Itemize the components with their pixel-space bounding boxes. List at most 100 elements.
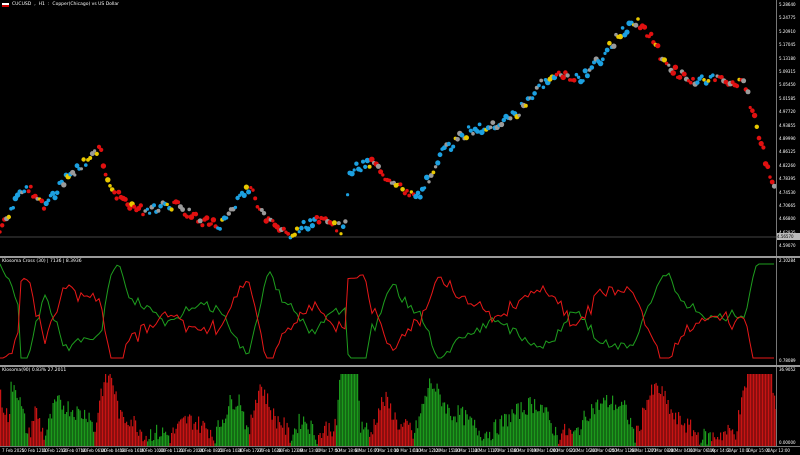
price-scale[interactable]: 5.28640 5.24775 5.20910 5.17045 5.13180 5.093… bbox=[776, 0, 800, 256]
price-dot bbox=[565, 73, 570, 78]
price-dot bbox=[407, 193, 412, 198]
histogram-bar bbox=[154, 432, 156, 446]
histogram-bar bbox=[384, 406, 386, 446]
histogram-bar bbox=[519, 419, 521, 446]
histogram-bar bbox=[520, 402, 522, 446]
histogram-bar bbox=[571, 433, 573, 446]
histogram-bar bbox=[63, 405, 65, 446]
histogram-bar bbox=[471, 417, 473, 446]
price-dot bbox=[331, 220, 337, 226]
histogram-bar bbox=[109, 374, 111, 446]
price-dot bbox=[41, 206, 47, 211]
histogram-bar bbox=[327, 435, 329, 446]
histogram-bar bbox=[555, 426, 557, 446]
histogram-bar bbox=[16, 397, 18, 446]
price-dot bbox=[54, 190, 60, 196]
histogram-bar bbox=[597, 399, 599, 446]
price-dot bbox=[405, 188, 409, 193]
price-dot bbox=[84, 163, 88, 167]
oscillator-scale[interactable]: 2.10284 0.78089 bbox=[776, 258, 800, 365]
histogram-bar bbox=[318, 435, 320, 446]
price-dot bbox=[581, 79, 585, 83]
histogram-bar bbox=[423, 403, 425, 446]
price-dot bbox=[246, 189, 252, 195]
histogram-bar bbox=[750, 374, 752, 446]
histogram-bar bbox=[612, 395, 614, 446]
histogram-bar bbox=[183, 417, 185, 446]
histogram-bar bbox=[417, 428, 419, 446]
price-dot bbox=[358, 168, 363, 173]
histogram-bar bbox=[276, 428, 278, 446]
histogram-bar bbox=[640, 429, 642, 446]
price-dot bbox=[176, 200, 181, 205]
histogram-bar bbox=[334, 418, 336, 446]
histogram-bar bbox=[91, 421, 93, 446]
histogram-bar bbox=[157, 439, 159, 446]
histogram-bar bbox=[49, 413, 51, 446]
histogram-bar bbox=[442, 402, 444, 446]
histogram-bar bbox=[579, 435, 581, 446]
price-dot bbox=[446, 141, 451, 146]
histogram-bar bbox=[493, 422, 495, 446]
histogram-bar bbox=[58, 395, 60, 446]
current-price-badge: 4.56570 bbox=[777, 233, 800, 240]
histogram-bar bbox=[588, 421, 590, 446]
histogram-bar bbox=[94, 431, 96, 446]
histogram-bar bbox=[513, 413, 515, 446]
histogram-bar bbox=[664, 390, 666, 446]
histogram-bar bbox=[547, 411, 549, 446]
histogram-bar bbox=[138, 435, 140, 446]
histogram-bar bbox=[235, 406, 237, 446]
price-dot bbox=[424, 174, 430, 181]
histogram-bar bbox=[268, 406, 270, 446]
price-scale-tick: 4.82260 bbox=[779, 162, 796, 168]
histogram-bar bbox=[429, 378, 431, 446]
histogram-bar bbox=[685, 432, 687, 446]
price-dot bbox=[261, 211, 267, 216]
histogram-bar bbox=[499, 419, 501, 446]
price-dot bbox=[655, 43, 661, 49]
histogram-bar bbox=[393, 419, 395, 446]
histogram-bar bbox=[127, 425, 129, 446]
price-dot bbox=[294, 226, 300, 231]
histogram-bar bbox=[708, 433, 710, 446]
histogram-bar bbox=[34, 406, 36, 446]
histogram-bar bbox=[580, 429, 582, 446]
histogram-bar bbox=[469, 416, 471, 446]
histogram-bar bbox=[523, 410, 525, 446]
price-scale-tick: 5.24775 bbox=[779, 15, 796, 21]
histogram-bar bbox=[277, 416, 279, 446]
histogram-bar bbox=[358, 400, 360, 446]
histogram-bar bbox=[505, 414, 507, 446]
main-price-pane[interactable]: CUCUSD , H1 : Copper(Chicago) vs US Doll… bbox=[0, 0, 776, 256]
histogram-scale[interactable]: 36.9052 0.00000 bbox=[776, 367, 800, 446]
oscillator-chart[interactable] bbox=[0, 258, 776, 365]
histogram-bar bbox=[321, 438, 323, 446]
histogram-bar bbox=[435, 391, 437, 446]
histogram-bar bbox=[103, 382, 105, 446]
price-scale-tick: 4.66800 bbox=[779, 216, 796, 222]
histogram-bar bbox=[184, 415, 186, 446]
histogram-bar bbox=[460, 408, 462, 446]
price-chart[interactable] bbox=[0, 0, 776, 256]
histogram-bar bbox=[408, 424, 410, 446]
price-dot bbox=[187, 207, 191, 212]
histogram-bar bbox=[690, 419, 692, 446]
histogram-bar bbox=[379, 410, 381, 446]
histogram-bar bbox=[48, 418, 50, 446]
histogram-bar bbox=[492, 438, 494, 446]
histogram-bar bbox=[628, 424, 630, 446]
histogram-bar bbox=[501, 415, 503, 446]
histogram-pane[interactable]: Klosoma(90) 0.83% 27.2011 bbox=[0, 367, 776, 446]
histogram-bar bbox=[54, 399, 56, 446]
price-dot bbox=[451, 144, 456, 149]
price-dot bbox=[748, 105, 752, 110]
oscillator-pane[interactable]: Klosoma Cross (30) | 7136 | 8.3936 bbox=[0, 258, 776, 365]
histogram-bar bbox=[421, 403, 423, 446]
price-dot bbox=[50, 190, 56, 196]
histogram-bar bbox=[136, 432, 138, 446]
histogram-bar bbox=[27, 433, 29, 446]
histogram-chart[interactable] bbox=[0, 367, 776, 446]
price-dot bbox=[672, 64, 679, 71]
histogram-bar bbox=[621, 401, 623, 446]
